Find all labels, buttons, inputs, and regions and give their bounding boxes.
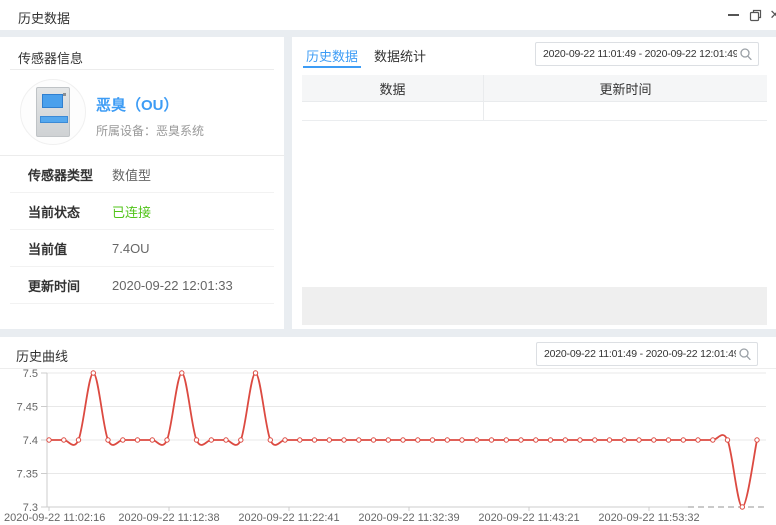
history-curve-panel: 历史曲线 2020-09-22 11:01:49 - 2020-09-22 12… (0, 337, 776, 525)
svg-text:7.45: 7.45 (17, 402, 38, 414)
sensor-value-row: 当前值 7.4OU (10, 230, 274, 267)
tab-history-data[interactable]: 历史数据 (303, 47, 361, 68)
row-value: 数值型 (112, 165, 151, 184)
table-row (302, 102, 767, 121)
sensor-name-link[interactable]: 恶臭（OU） (96, 94, 179, 115)
svg-text:7.4: 7.4 (23, 435, 38, 447)
device-image (36, 87, 70, 137)
date-range-value: 2020-09-22 11:01:49 - 2020-09-22 12:01:4… (536, 48, 737, 60)
sensor-info-panel: 传感器信息 恶臭（OU） 所属设备：恶臭系统 传感器类型 数值型 当前状态 已连… (0, 37, 284, 329)
date-range-picker[interactable]: 2020-09-22 11:01:49 - 2020-09-22 12:01:4… (535, 42, 759, 66)
history-data-table: 数据 更新时间 (302, 75, 767, 121)
svg-text:2020-09-22 11:32:39: 2020-09-22 11:32:39 (358, 512, 459, 524)
column-header-update-time: 更新时间 (484, 75, 767, 101)
search-icon[interactable] (739, 47, 753, 61)
app-window: 历史数据 ✕ 传感器信息 恶臭（OU） 所属设备：恶臭系统 传感器类型 数值型 (0, 0, 776, 525)
status-badge: 已连接 (112, 202, 151, 221)
minimize-button[interactable] (724, 6, 742, 24)
svg-text:2020-09-22 11:43:21: 2020-09-22 11:43:21 (478, 512, 579, 524)
window-titlebar: 历史数据 ✕ (0, 0, 776, 30)
table-footer-area (302, 287, 767, 325)
row-value: 7.4OU (112, 241, 150, 256)
cell-update-time (484, 102, 767, 120)
row-label: 当前状态 (28, 202, 112, 221)
sensor-info-title: 传感器信息 (18, 48, 83, 67)
svg-text:2020-09-22 11:22:41: 2020-09-22 11:22:41 (238, 512, 339, 524)
device-label-strip (40, 116, 68, 123)
divider (10, 69, 274, 70)
svg-text:7.5: 7.5 (23, 368, 38, 380)
column-header-data: 数据 (302, 75, 484, 101)
history-curve-title: 历史曲线 (16, 346, 68, 365)
close-button[interactable]: ✕ (766, 6, 776, 24)
minimize-icon (728, 14, 739, 16)
svg-text:2020-09-22 11:53:32: 2020-09-22 11:53:32 (598, 512, 699, 524)
svg-text:7.35: 7.35 (17, 469, 38, 481)
search-icon[interactable] (738, 347, 752, 361)
sensor-status-row: 当前状态 已连接 (10, 193, 274, 230)
device-lcd (42, 94, 63, 108)
table-header: 数据 更新时间 (302, 75, 767, 102)
tab-data-statistics[interactable]: 数据统计 (371, 47, 429, 66)
row-label: 更新时间 (28, 276, 112, 295)
svg-text:2020-09-22 11:02:16: 2020-09-22 11:02:16 (4, 512, 105, 524)
maximize-button[interactable] (746, 6, 764, 24)
close-icon: ✕ (770, 7, 776, 23)
maximize-icon (749, 9, 762, 22)
sensor-info-rows: 传感器类型 数值型 当前状态 已连接 当前值 7.4OU 更新时间 2020-0… (0, 155, 284, 304)
sensor-avatar (20, 79, 86, 145)
history-data-panel: 历史数据 数据统计 2020-09-22 11:01:49 - 2020-09-… (292, 37, 776, 329)
row-value: 2020-09-22 12:01:33 (112, 278, 233, 293)
sensor-type-row: 传感器类型 数值型 (10, 156, 274, 193)
sensor-updated-row: 更新时间 2020-09-22 12:01:33 (10, 267, 274, 304)
curve-date-range-value: 2020-09-22 11:01:49 - 2020-09-22 12:01:4… (537, 348, 736, 360)
device-led (63, 93, 66, 96)
curve-date-range-picker[interactable]: 2020-09-22 11:01:49 - 2020-09-22 12:01:4… (536, 342, 758, 366)
row-label: 传感器类型 (28, 165, 112, 184)
row-label: 当前值 (28, 239, 112, 258)
cell-data (302, 102, 484, 120)
svg-text:2020-09-22 11:12:38: 2020-09-22 11:12:38 (118, 512, 219, 524)
window-title: 历史数据 (18, 8, 70, 27)
sensor-device-line: 所属设备：恶臭系统 (96, 122, 204, 139)
